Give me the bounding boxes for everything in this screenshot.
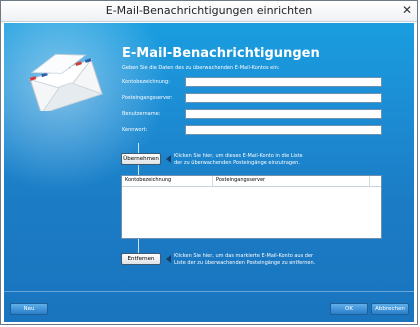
- connector-line: [138, 143, 139, 153]
- remove-hint-line1: Klicken Sie hier, um das markierte E-Mai…: [174, 253, 314, 259]
- add-account-button[interactable]: Übernehmen: [121, 153, 161, 165]
- password-input[interactable]: [185, 125, 382, 135]
- account-name-label: Kontobezeichnung:: [122, 79, 170, 85]
- remove-account-button[interactable]: Entfernen: [121, 253, 161, 265]
- account-list[interactable]: Kontobezeichnung Posteingangsserver: [121, 175, 382, 239]
- incoming-server-label: Posteingangsserver:: [122, 95, 173, 101]
- remove-hint-line2: Liste der zu überwachenden Posteingänge …: [174, 260, 316, 266]
- title-bar[interactable]: E-Mail-Benachrichtigungen einrichten ✕: [1, 1, 417, 22]
- arrow-left-icon: [166, 255, 171, 263]
- add-hint-line2: der zu überwachenden Posteingänge einzut…: [174, 160, 300, 166]
- ok-button[interactable]: OK: [330, 303, 368, 315]
- instruction-text: Geben Sie die Daten des zu überwachenden…: [122, 65, 280, 71]
- username-label: Benutzername:: [122, 111, 161, 117]
- incoming-server-input[interactable]: [185, 93, 382, 103]
- dialog-window: E-Mail-Benachrichtigungen einrichten ✕ E…: [0, 0, 418, 325]
- connector-line: [138, 165, 139, 175]
- column-incoming-server[interactable]: Posteingangsserver: [216, 177, 265, 183]
- list-header: Kontobezeichnung Posteingangsserver: [122, 176, 381, 187]
- column-separator: [369, 176, 370, 186]
- username-input[interactable]: [185, 109, 382, 119]
- page-title: E-Mail-Benachrichtigungen: [122, 46, 320, 61]
- password-label: Kennwort:: [122, 127, 148, 133]
- column-separator: [212, 176, 213, 186]
- new-button[interactable]: Neu: [10, 303, 48, 315]
- dialog-content: E-Mail-Benachrichtigungen Geben Sie die …: [4, 23, 414, 322]
- window-title: E-Mail-Benachrichtigungen einrichten: [105, 4, 313, 17]
- account-name-input[interactable]: [185, 77, 382, 87]
- connector-line: [138, 239, 139, 253]
- column-account-name[interactable]: Kontobezeichnung: [125, 177, 171, 183]
- envelope-icon: [24, 49, 104, 115]
- footer-divider: [4, 291, 414, 292]
- arrow-left-icon: [166, 155, 171, 163]
- close-icon[interactable]: ✕: [400, 3, 414, 17]
- cancel-button[interactable]: Abbrechen: [371, 303, 409, 315]
- add-hint-line1: Klicken Sie hier, um dieses E-Mail-Konto…: [174, 153, 303, 159]
